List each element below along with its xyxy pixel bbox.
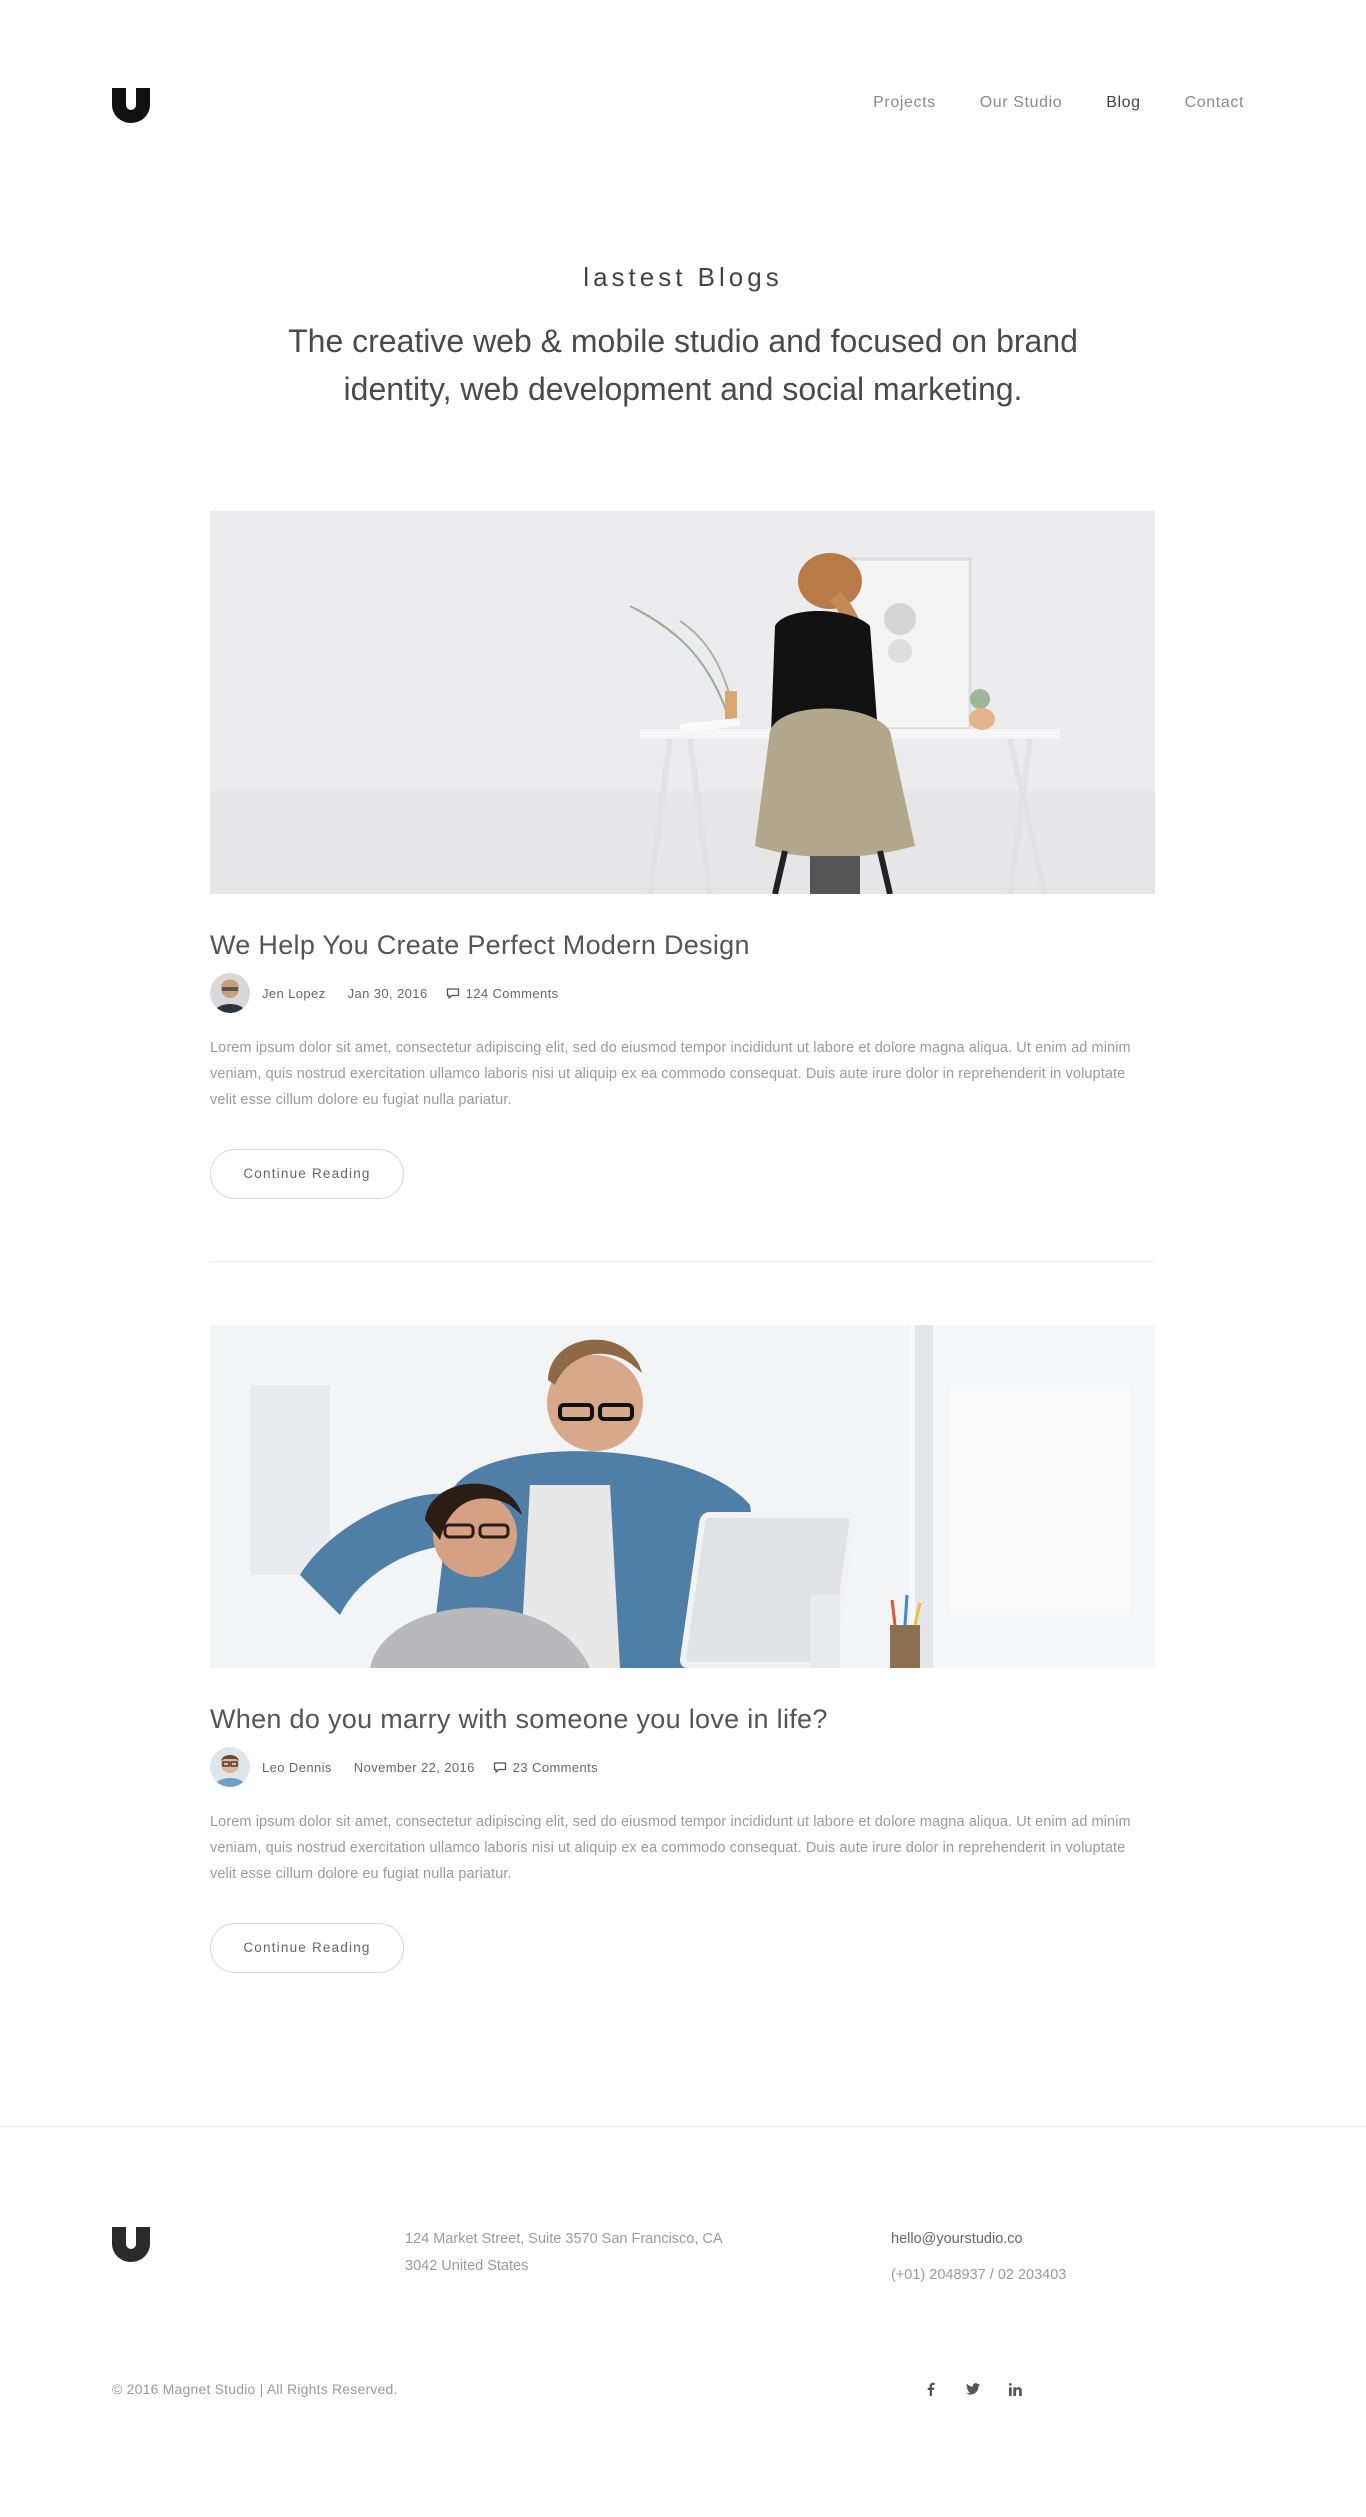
footer-divider xyxy=(0,2126,1366,2127)
section-lead: The creative web & mobile studio and foc… xyxy=(288,323,1078,407)
comments-count: 23 Comments xyxy=(512,1759,599,1775)
post-comments[interactable]: 124 Comments xyxy=(446,986,559,1001)
linkedin-icon[interactable] xyxy=(1005,2379,1025,2399)
continue-reading-button[interactable]: Continue Reading xyxy=(210,1149,404,1199)
post-image-couple-at-computer xyxy=(210,1325,1155,1668)
post-title[interactable]: When do you marry with someone you love … xyxy=(210,1704,1155,1735)
post-meta: Leo Dennis November 22, 2016 23 Comments xyxy=(210,1747,1155,1787)
post-comments[interactable]: 23 Comments xyxy=(493,1760,598,1775)
post-date: November 22, 2016 xyxy=(353,1759,475,1775)
address-line: 3042 United States xyxy=(405,2258,529,2274)
nav-contact[interactable]: Contact xyxy=(1185,94,1244,112)
nav-our-studio[interactable]: Our Studio xyxy=(980,94,1062,112)
author-avatar xyxy=(210,973,250,1013)
nav-projects[interactable]: Projects xyxy=(873,94,936,112)
address-line: 124 Market Street, Suite 3570 San Franci… xyxy=(405,2231,723,2247)
copyright-text: © 2016 Magnet Studio | All Rights Reserv… xyxy=(112,2381,398,2397)
post-image-link[interactable] xyxy=(210,511,1155,894)
post-divider xyxy=(210,1261,1155,1262)
social-links xyxy=(921,2379,1025,2399)
post-excerpt: Lorem ipsum dolor sit amet, consectetur … xyxy=(210,1040,1131,1108)
logo-link[interactable] xyxy=(112,88,150,123)
blog-post: We Help You Create Perfect Modern Design… xyxy=(210,511,1155,1199)
footer-logo-link[interactable] xyxy=(112,2227,150,2262)
logo-icon xyxy=(112,88,150,123)
comment-icon xyxy=(493,1761,506,1773)
footer-address: 124 Market Street, Suite 3570 San Franci… xyxy=(405,2226,723,2280)
footer-phone: (+01) 2048937 / 02 203403 xyxy=(891,2267,1067,2283)
logo-icon xyxy=(112,2227,150,2262)
post-meta: Jen Lopez Jan 30, 2016 124 Comments xyxy=(210,973,1155,1013)
site-header: Projects Our Studio Blog Contact xyxy=(0,0,1366,210)
post-title[interactable]: We Help You Create Perfect Modern Design xyxy=(210,930,1155,961)
footer-contact: hello@yourstudio.co (+01) 2048937 / 02 2… xyxy=(891,2226,1066,2293)
facebook-icon[interactable] xyxy=(921,2379,941,2399)
post-excerpt: Lorem ipsum dolor sit amet, consectetur … xyxy=(210,1814,1131,1882)
footer-email-link[interactable]: hello@yourstudio.co xyxy=(891,2226,1066,2253)
post-image-link[interactable] xyxy=(210,1325,1155,1668)
comment-icon xyxy=(446,987,459,999)
intro-section: lastest Blogs The creative web & mobile … xyxy=(0,262,1366,413)
post-date: Jan 30, 2016 xyxy=(347,985,428,1001)
main-nav: Projects Our Studio Blog Contact xyxy=(829,94,1244,112)
continue-reading-button[interactable]: Continue Reading xyxy=(210,1923,404,1973)
comments-count: 124 Comments xyxy=(465,985,559,1001)
post-image-woman-at-desk xyxy=(210,511,1155,894)
post-author[interactable]: Leo Dennis xyxy=(262,1760,332,1775)
nav-blog[interactable]: Blog xyxy=(1106,94,1140,112)
blog-post: When do you marry with someone you love … xyxy=(210,1325,1155,1973)
author-avatar xyxy=(210,1747,250,1787)
section-kicker: lastest Blogs xyxy=(583,262,783,292)
post-author[interactable]: Jen Lopez xyxy=(262,986,326,1001)
twitter-icon[interactable] xyxy=(963,2379,983,2399)
